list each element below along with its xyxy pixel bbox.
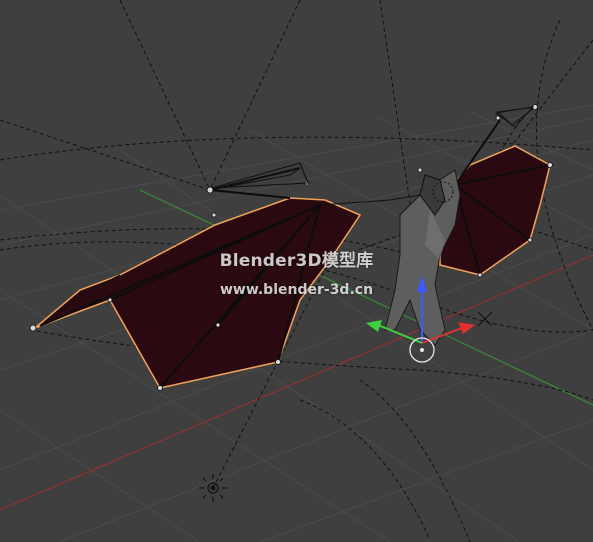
- camera-icon[interactable]: [211, 162, 309, 189]
- 3d-viewport[interactable]: Blender3D模型库 www.blender-3d.cn: [0, 0, 593, 542]
- object-origin-icon: [477, 311, 493, 327]
- left-wing[interactable]: [34, 167, 362, 389]
- viewport-canvas[interactable]: [0, 0, 593, 542]
- x-axis-arrow-icon[interactable]: [458, 322, 475, 334]
- light-lamp-icon[interactable]: [199, 474, 227, 502]
- y-axis-arrow-icon[interactable]: [366, 320, 382, 332]
